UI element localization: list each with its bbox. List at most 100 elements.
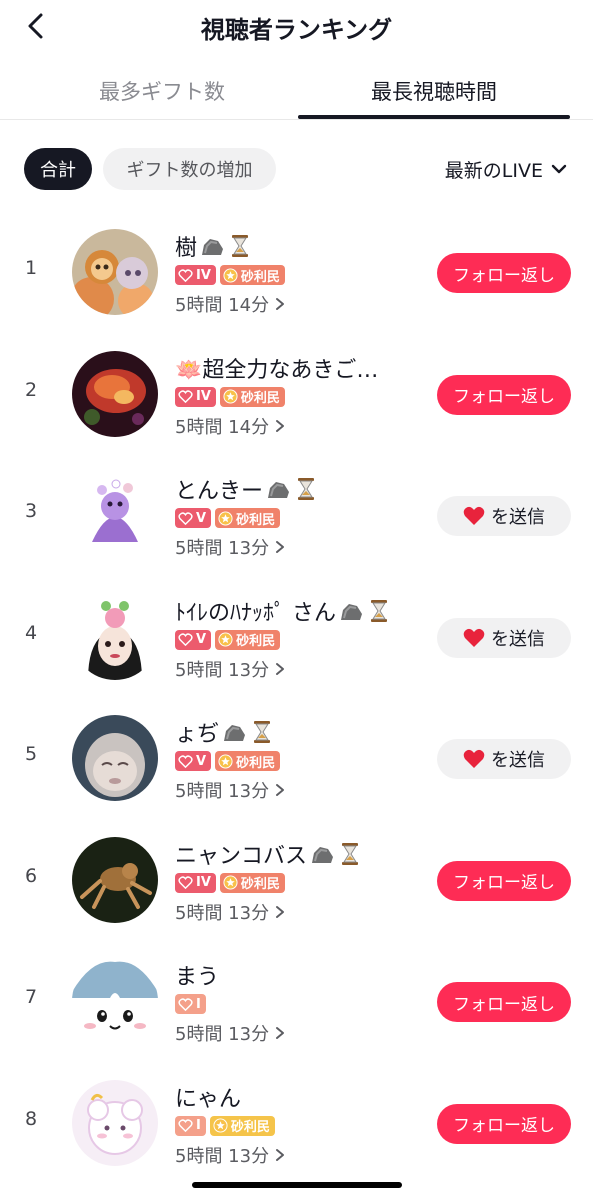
heart-level-icon — [178, 997, 193, 1011]
watch-duration[interactable]: 5時間 13分 — [175, 657, 425, 681]
viewer-info: ょぢ V 砂利民 5時間 13分 — [175, 717, 425, 802]
send-gift-label: を送信 — [491, 628, 545, 650]
heart-level-icon — [178, 754, 193, 768]
viewer-name: 🪷超全力なあきご… — [175, 357, 379, 383]
badge-row: IV 砂利民 — [175, 871, 425, 895]
fan-club-badge: 砂利民 — [209, 1115, 275, 1136]
name-line: とんきー — [175, 474, 425, 504]
level-text: V — [196, 753, 207, 769]
watch-duration-text: 5時間 14分 — [175, 295, 270, 316]
fan-star-icon — [218, 753, 233, 769]
send-gift-button[interactable]: を送信 — [437, 617, 571, 658]
watch-duration[interactable]: 5時間 14分 — [175, 414, 425, 438]
watch-duration[interactable]: 5時間 13分 — [175, 535, 425, 559]
avatar[interactable] — [72, 958, 158, 1044]
avatar[interactable] — [72, 715, 158, 801]
avatar[interactable] — [72, 229, 158, 315]
name-line: 樹 — [175, 231, 425, 261]
viewer-info: とんきー V 砂利民 5時間 13分 — [175, 474, 425, 559]
watch-duration-text: 5時間 13分 — [175, 538, 270, 559]
watch-duration[interactable]: 5時間 13分 — [175, 778, 425, 802]
viewer-row[interactable]: 3 とんきー V 砂利民 5時間 13分 を送信 — [0, 452, 593, 573]
viewer-row[interactable]: 5 ょぢ V 砂利民 5時間 13分 を送信 — [0, 695, 593, 816]
follow-back-label: フォロー返し — [453, 265, 555, 286]
viewer-name: にゃん — [175, 1086, 242, 1112]
hourglass-emoji-icon — [371, 599, 387, 622]
viewer-row[interactable]: 6 ニャンコバス IV 砂利民 5時間 13分 フォロー返し — [0, 817, 593, 938]
heart-level-icon — [178, 390, 193, 404]
follow-back-button[interactable]: フォロー返し — [437, 860, 571, 901]
follow-back-label: フォロー返し — [453, 387, 555, 407]
avatar[interactable] — [72, 350, 158, 437]
level-badge: V — [175, 629, 212, 650]
tab-longest-watch-time[interactable]: 最長視聴時間 — [298, 62, 570, 120]
fan-club-text: 砂利民 — [236, 512, 276, 528]
live-select-dropdown[interactable]: 最新のLIVE — [445, 154, 567, 184]
watch-duration[interactable]: 5時間 13分 — [175, 1021, 425, 1045]
rank-number: 1 — [24, 257, 38, 279]
chevron-right-icon — [276, 419, 285, 432]
send-gift-button[interactable]: を送信 — [437, 496, 571, 536]
avatar[interactable] — [72, 593, 158, 680]
filter-bar: 合計 ギフト数の増加 最新のLIVE — [0, 144, 593, 194]
header: 視聴者ランキング — [0, 0, 593, 52]
viewer-row[interactable]: 7 まう I 5時間 13分 フォロー返し — [0, 938, 593, 1059]
hourglass-emoji-icon — [254, 721, 271, 743]
level-text: IV — [196, 267, 211, 283]
avatar[interactable] — [72, 472, 158, 558]
chevron-right-icon — [276, 541, 285, 553]
fan-star-icon — [223, 267, 238, 283]
badge-row: I — [175, 992, 425, 1016]
follow-back-button[interactable]: フォロー返し — [437, 1103, 571, 1144]
hourglass-emoji-icon — [342, 842, 359, 865]
viewer-name: 樹 — [175, 236, 198, 261]
level-badge: V — [175, 508, 212, 528]
watch-duration-text: 5時間 13分 — [175, 659, 270, 681]
level-badge: I — [175, 1115, 206, 1136]
heart-level-icon — [178, 511, 193, 525]
viewer-row[interactable]: 8 にゃん I 砂利民 5時間 13分 フォロー返し — [0, 1060, 593, 1181]
watch-duration[interactable]: 5時間 13分 — [175, 1143, 425, 1167]
follow-back-button[interactable]: フォロー返し — [437, 374, 571, 415]
page-title: 視聴者ランキング — [200, 16, 393, 44]
send-gift-button[interactable]: を送信 — [437, 739, 571, 779]
follow-back-label: フォロー返し — [453, 873, 555, 893]
viewer-info: 🪷超全力なあきご… IV 砂利民 5時間 14分 — [175, 353, 425, 438]
chevron-right-icon — [276, 662, 285, 675]
fan-club-badge: 砂利民 — [215, 629, 281, 650]
viewer-name: まう — [175, 965, 220, 990]
avatar[interactable] — [72, 1079, 158, 1166]
fan-club-badge: 砂利民 — [215, 508, 281, 528]
name-line: ニャンコバス — [175, 839, 425, 869]
avatar[interactable] — [72, 836, 158, 923]
rank-number: 2 — [24, 378, 38, 401]
viewer-name: ょぢ — [175, 722, 220, 747]
fan-club-text: 砂利民 — [240, 269, 280, 285]
badge-row: IV 砂利民 — [175, 385, 425, 409]
viewer-info: 樹 IV 砂利民 5時間 14分 — [175, 231, 425, 316]
level-text: IV — [196, 389, 211, 404]
watch-duration[interactable]: 5時間 14分 — [175, 292, 425, 316]
heart-level-icon — [178, 1119, 193, 1133]
filter-chip-gift-increase[interactable]: ギフト数の増加 — [103, 148, 276, 190]
fan-club-badge: 砂利民 — [219, 386, 285, 407]
viewer-row[interactable]: 1 樹 IV 砂利民 5時間 14分 フォロー返し — [0, 209, 593, 330]
viewer-name: ﾄｲﾚのﾊﾅｯﾎﾟ さん — [175, 600, 336, 626]
follow-back-label: フォロー返し — [453, 994, 555, 1015]
send-gift-label: を送信 — [491, 750, 545, 771]
chevron-right-icon — [276, 1027, 285, 1039]
heart-level-icon — [178, 633, 193, 647]
chevron-right-icon — [276, 298, 285, 310]
rank-number: 3 — [24, 500, 38, 522]
viewer-row[interactable]: 2 🪷超全力なあきご… IV 砂利民 5時間 14分 フォロー返し — [0, 331, 593, 452]
tab-most-gifts[interactable]: 最多ギフト数 — [26, 62, 298, 120]
viewer-row[interactable]: 4 ﾄｲﾚのﾊﾅｯﾎﾟ さん V 砂利民 5時間 13分 を送信 — [0, 574, 593, 695]
level-text: V — [196, 632, 207, 647]
filter-chip-total[interactable]: 合計 — [24, 148, 92, 190]
follow-back-button[interactable]: フォロー返し — [437, 982, 571, 1022]
follow-back-button[interactable]: フォロー返し — [437, 253, 571, 293]
watch-duration-text: 5時間 13分 — [175, 1024, 270, 1045]
watch-duration[interactable]: 5時間 13分 — [175, 900, 425, 924]
rank-number: 5 — [24, 743, 38, 765]
name-line: にゃん — [175, 1082, 425, 1112]
